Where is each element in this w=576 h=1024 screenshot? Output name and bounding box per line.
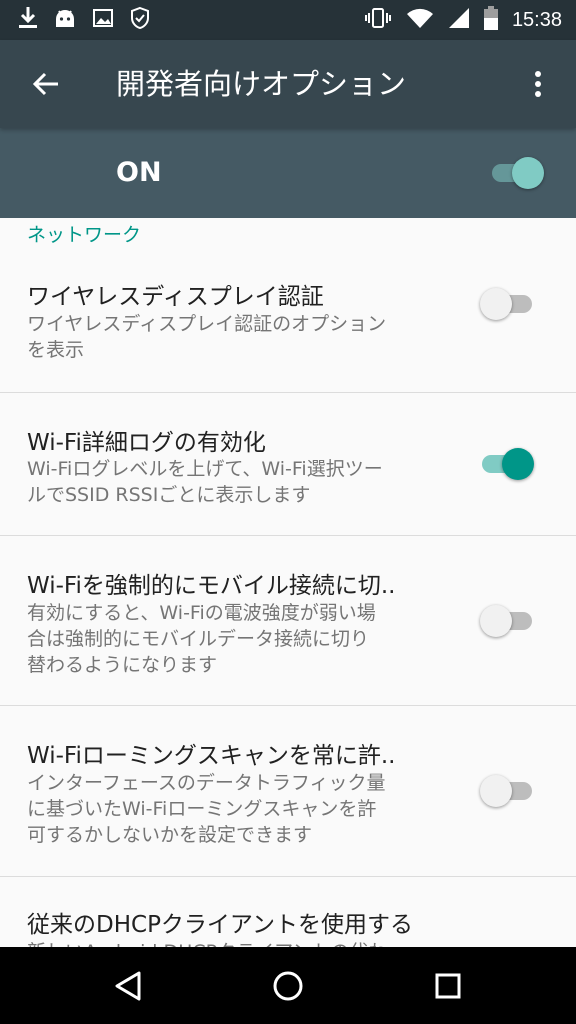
toggle-switch[interactable]: [480, 771, 536, 811]
category-header: ネットワーク: [27, 224, 142, 246]
toggle-thumb: [512, 157, 544, 189]
download-icon: [18, 6, 38, 34]
pref-legacy-dhcp-client[interactable]: 従来のDHCPクライアントを使用する 新しいAndroid DHCPクライアント…: [0, 877, 576, 947]
nav-back-button[interactable]: [98, 961, 158, 1011]
vibrate-icon: [364, 7, 392, 33]
clock: 15:38: [511, 8, 562, 31]
pref-wireless-display-certification[interactable]: ワイヤレスディスプレイ認証 ワイヤレスディスプレイ認証のオプション を表示: [0, 254, 576, 393]
arrow-back-icon: [32, 72, 58, 96]
master-switch-label: ON: [116, 157, 162, 188]
toggle-thumb: [480, 605, 512, 637]
master-switch-bar[interactable]: ON: [0, 128, 576, 218]
pref-wifi-verbose-logging[interactable]: Wi-Fi詳細ログの有効化 Wi-Fiログレベルを上げて、Wi-Fi選択ツー ルで…: [0, 393, 576, 536]
pref-title: Wi-Fiを強制的にモバイル接続に切..: [27, 573, 396, 599]
battery-icon: [483, 6, 498, 34]
toggle-thumb: [480, 775, 512, 807]
cell-signal-icon: [448, 7, 470, 33]
toggle-thumb: [480, 288, 512, 320]
pref-summary: 有効にすると、Wi-Fiの電波強度が弱い場 合は強制的にモバイルデータ接続に切り替…: [27, 602, 376, 676]
pref-summary: ワイヤレスディスプレイ認証のオプション を表示: [27, 313, 387, 361]
more-vert-icon: [535, 71, 541, 97]
settings-list: ネットワーク ワイヤレスディスプレイ認証 ワイヤレスディスプレイ認証のオプション…: [0, 218, 576, 947]
nav-recents-button[interactable]: [418, 961, 478, 1011]
navigation-bar: [0, 947, 576, 1024]
toggle-switch[interactable]: [480, 284, 536, 324]
back-button[interactable]: [26, 62, 66, 106]
toggle-thumb: [502, 448, 534, 480]
pref-wifi-allow-roam-scans[interactable]: Wi-Fiローミングスキャンを常に許.. インターフェースのデータトラフィック量…: [0, 706, 576, 877]
back-triangle-icon: [115, 971, 141, 1001]
pref-summary: Wi-Fiログレベルを上げて、Wi-Fi選択ツー ルでSSID RSSIごとに表示…: [27, 458, 383, 506]
status-bar: 15:38: [0, 0, 576, 40]
image-icon: [92, 7, 114, 33]
toggle-switch[interactable]: [480, 444, 536, 484]
wifi-icon: [406, 7, 434, 33]
app-bar: 開発者向けオプション: [0, 40, 576, 128]
home-circle-icon: [273, 971, 303, 1001]
pref-title: Wi-Fiローミングスキャンを常に許..: [27, 743, 396, 769]
page-title: 開発者向けオプション: [116, 67, 407, 101]
pref-summary: インターフェースのデータトラフィック量 に基づいたWi-Fiローミングスキャンを許…: [27, 772, 386, 846]
toggle-switch[interactable]: [480, 601, 536, 641]
pref-summary: 新しいAndroid DHCPクライアントの代わ: [27, 939, 459, 947]
master-toggle[interactable]: [490, 153, 546, 193]
overflow-menu-button[interactable]: [518, 62, 558, 106]
shield-check-icon: [130, 6, 150, 34]
nav-home-button[interactable]: [258, 961, 318, 1011]
pref-title: 従来のDHCPクライアントを使用する: [27, 912, 414, 938]
pref-wifi-aggressive-handover[interactable]: Wi-Fiを強制的にモバイル接続に切.. 有効にすると、Wi-Fiの電波強度が弱…: [0, 536, 576, 706]
android-icon: [54, 7, 76, 33]
pref-title: ワイヤレスディスプレイ認証: [27, 284, 324, 310]
recents-square-icon: [435, 973, 461, 999]
pref-title: Wi-Fi詳細ログの有効化: [27, 430, 266, 456]
